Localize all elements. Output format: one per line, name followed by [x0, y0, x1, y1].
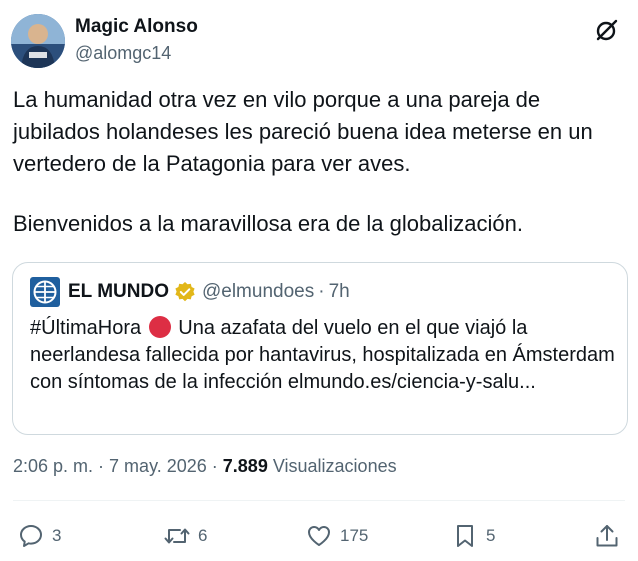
meta-dot: ·: [211, 456, 218, 476]
tweet-paragraph-1: La humanidad otra vez en vilo porque a u…: [13, 87, 593, 176]
grok-icon[interactable]: [594, 17, 620, 43]
tweet-meta: 2:06 p. m. · 7 may. 2026 · 7.889 Visualizaci…: [13, 456, 397, 477]
author-block: Magic Alonso @alomgc14: [75, 15, 198, 65]
like-count: 175: [340, 526, 369, 545]
author-handle[interactable]: @alomgc14: [75, 41, 198, 65]
repost-button[interactable]: 6: [164, 518, 207, 554]
red-circle-emoji: [148, 316, 171, 338]
tweet-text: La humanidad otra vez en vilo porque a u…: [13, 84, 623, 240]
quoted-author-handle: @elmundoes: [201, 281, 315, 302]
divider: [13, 500, 625, 501]
bookmark-button[interactable]: 5: [452, 518, 495, 554]
quoted-text: #ÚltimaHora Una azafata del vuelo en el …: [30, 315, 616, 396]
bookmark-count: 5: [486, 526, 496, 545]
quoted-tweet[interactable]: EL MUNDO @elmundoes · 7h #ÚltimaHora Una…: [12, 262, 628, 435]
views-count: 7.889: [222, 456, 268, 476]
repost-icon: [164, 528, 190, 544]
quoted-tweet-header: EL MUNDO @elmundoes · 7h: [30, 276, 350, 308]
views-label: Visualizaciones: [272, 456, 397, 476]
tweet-header: Magic Alonso @alomgc14: [11, 10, 624, 68]
meta-dot: ·: [98, 456, 105, 476]
avatar[interactable]: [11, 14, 65, 68]
bookmark-icon: [457, 525, 473, 547]
tweet-date[interactable]: 7 may. 2026: [109, 456, 207, 476]
repost-count: 6: [198, 526, 208, 545]
el-mundo-logo: [30, 277, 60, 307]
reply-button[interactable]: 3: [18, 518, 61, 554]
quoted-time[interactable]: 7h: [329, 281, 350, 303]
heart-icon: [308, 526, 330, 546]
author-name[interactable]: Magic Alonso: [75, 15, 198, 39]
hashtag[interactable]: #ÚltimaHora: [30, 317, 141, 339]
reply-icon: [20, 525, 42, 547]
like-button[interactable]: 175: [306, 518, 368, 554]
separator-dot: ·: [318, 281, 325, 302]
verified-badge-icon: [175, 282, 195, 302]
tweet-time[interactable]: 2:06 p. m.: [13, 456, 93, 476]
share-icon: [596, 525, 618, 547]
quoted-author-name: EL MUNDO: [68, 281, 169, 302]
tweet-paragraph-2: Bienvenidos a la maravillosa era de la g…: [13, 211, 523, 236]
share-button[interactable]: [594, 518, 620, 554]
reply-count: 3: [52, 526, 62, 545]
action-bar: 3 6 175 5: [0, 518, 638, 554]
